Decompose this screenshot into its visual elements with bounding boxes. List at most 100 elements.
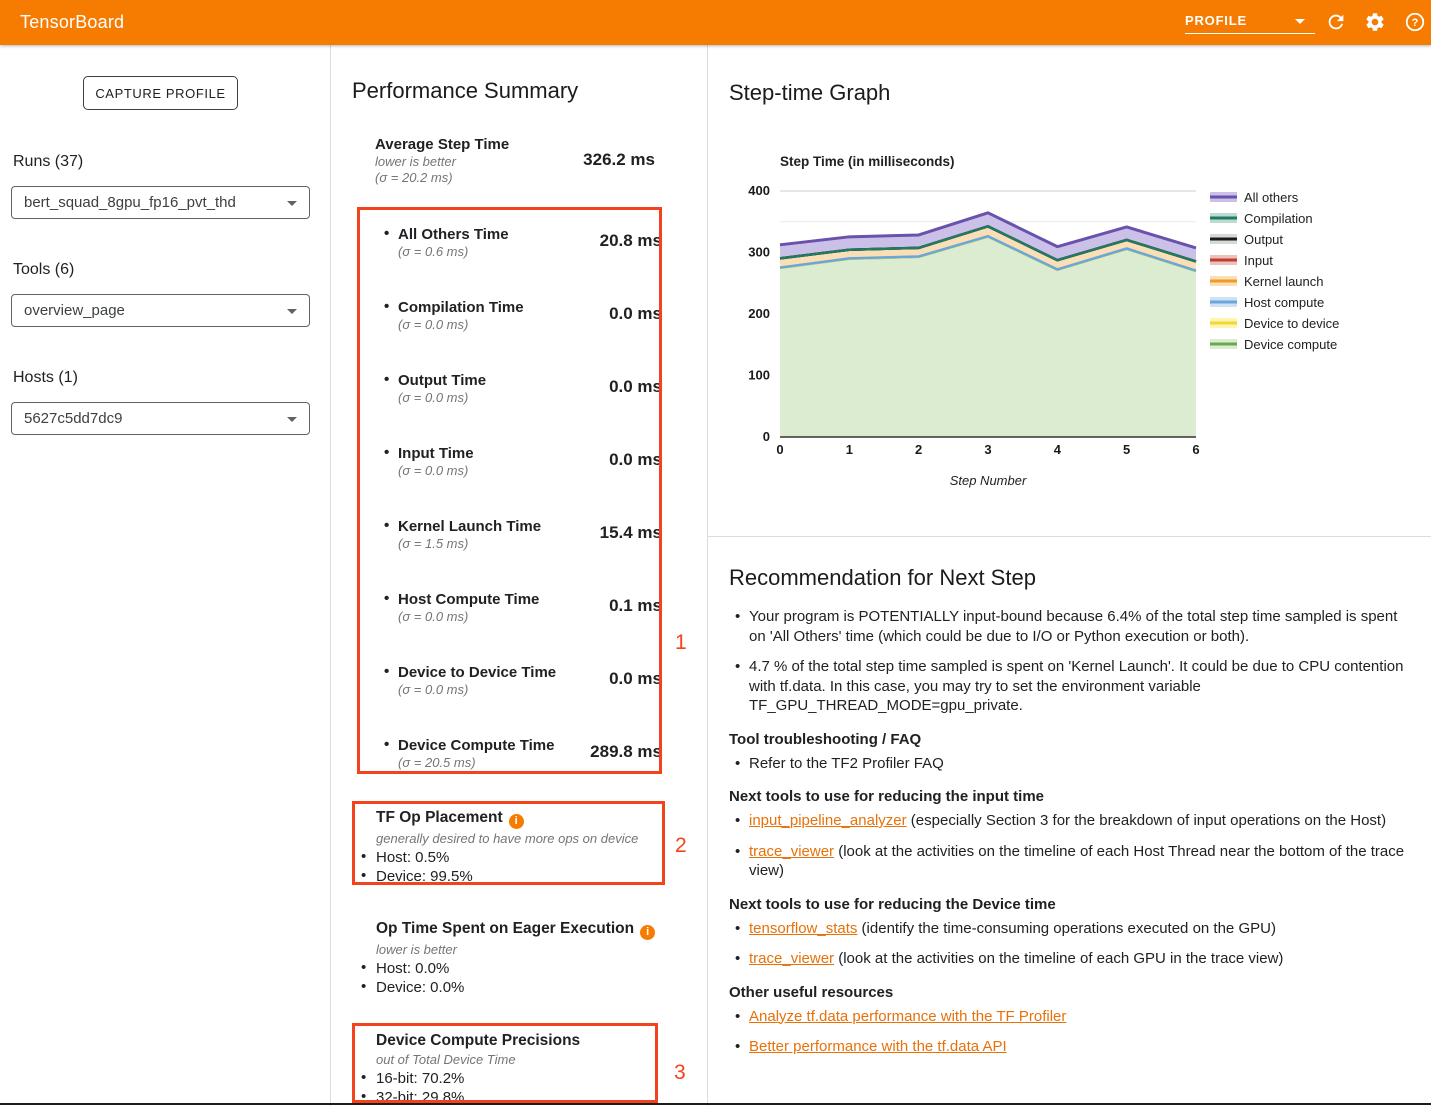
window-bottom-edge	[0, 1103, 1431, 1105]
rec-heading: Tool troubleshooting / FAQ	[729, 730, 1411, 749]
runs-select-value: bert_squad_8gpu_fp16_pvt_thd	[24, 194, 236, 211]
x-tick-label: 5	[1123, 442, 1130, 457]
average-value: 326.2 ms	[583, 150, 655, 170]
metric-item: Host: 0.5%	[361, 848, 663, 867]
rec-group: Tool troubleshooting / FAQ Refer to the T…	[729, 730, 1411, 774]
perf-summary-row: Compilation Time(σ = 0.0 ms)0.0 ms	[358, 299, 662, 372]
rec-bullet: Your program is POTENTIALLY input-bound …	[729, 607, 1411, 646]
hosts-select-value: 5627c5dd7dc9	[24, 410, 122, 427]
dropdown-arrow-icon	[1295, 19, 1305, 24]
rec-link[interactable]: trace_viewer	[749, 950, 834, 967]
area-device-compute	[780, 237, 1196, 437]
tools-label: Tools (6)	[13, 261, 74, 279]
tensorboard-profile-page: TensorBoard PROFILE ? CAPTURE PROFILE Ru…	[0, 0, 1431, 1106]
rec-heading: Other useful resources	[729, 983, 1411, 1002]
rec-link[interactable]: tensorflow_stats	[749, 920, 857, 937]
rec-group: Your program is POTENTIALLY input-bound …	[729, 607, 1411, 716]
refresh-icon[interactable]	[1325, 11, 1347, 33]
rec-heading: Next tools to use for reducing the Devic…	[729, 895, 1411, 914]
annotation-number-3: 3	[674, 1061, 686, 1085]
row-value: 0.0 ms	[609, 304, 662, 324]
metric-item: Host: 0.0%	[361, 959, 663, 978]
sidebar-divider	[330, 45, 331, 1106]
help-icon[interactable]: ?	[1404, 11, 1426, 33]
settings-icon[interactable]	[1364, 11, 1386, 33]
tf-op-placement-title: TF Op Placement	[361, 808, 663, 829]
average-step-time: Average Step Time lower is better (σ = 2…	[375, 136, 655, 186]
row-value: 0.0 ms	[609, 450, 662, 470]
recommendation-panel: Recommendation for Next Step Your progra…	[708, 537, 1431, 1071]
dashboard-selector[interactable]: PROFILE	[1185, 10, 1315, 34]
x-tick-label: 2	[915, 442, 922, 457]
rec-bullet: 4.7 % of the total step time sampled is …	[729, 657, 1411, 716]
rec-group: Next tools to use for reducing the Devic…	[729, 895, 1411, 969]
rec-bullet: tensorflow_stats (identify the time-cons…	[729, 919, 1411, 939]
compute-precisions-title: Device Compute Precisions	[361, 1031, 663, 1050]
info-icon[interactable]	[509, 814, 524, 829]
rec-heading: Next tools to use for reducing the input…	[729, 787, 1411, 806]
hosts-select[interactable]: 5627c5dd7dc9	[11, 402, 310, 435]
x-tick-label: 1	[846, 442, 853, 457]
hosts-label: Hosts (1)	[13, 369, 78, 387]
chevron-down-icon	[287, 309, 297, 314]
rec-bullet: Analyze tf.data performance with the TF …	[729, 1007, 1411, 1027]
metric-item: 16-bit: 70.2%	[361, 1069, 663, 1088]
row-value: 0.0 ms	[609, 669, 662, 689]
metric-item: Device: 99.5%	[361, 867, 663, 886]
runs-label: Runs (37)	[13, 153, 83, 171]
performance-summary-title: Performance Summary	[352, 78, 578, 104]
row-value: 0.0 ms	[609, 377, 662, 397]
annotation-number-1: 1	[675, 631, 687, 655]
legend-label: All others	[1244, 190, 1299, 205]
app-header: TensorBoard PROFILE ?	[0, 0, 1431, 45]
x-axis-label: Step Number	[950, 473, 1027, 488]
rec-link[interactable]: Analyze tf.data performance with the TF …	[749, 1008, 1066, 1025]
row-value: 0.1 ms	[609, 596, 662, 616]
rec-bullet: Refer to the TF2 Profiler FAQ	[729, 754, 1411, 774]
perf-summary-row: Host Compute Time(σ = 0.0 ms)0.1 ms	[358, 591, 662, 664]
chevron-down-icon	[287, 201, 297, 206]
legend-label: Kernel launch	[1244, 274, 1324, 289]
eager-execution-block: Op Time Spent on Eager Execution lower i…	[361, 919, 663, 997]
x-tick-label: 4	[1054, 442, 1062, 457]
step-time-chart: Step Time (in milliseconds)0100200300400…	[730, 148, 1430, 493]
eager-execution-items: Host: 0.0%Device: 0.0%	[361, 959, 663, 997]
rec-bullet: Better performance with the tf.data API	[729, 1037, 1411, 1057]
legend-label: Input	[1244, 253, 1273, 268]
rec-link[interactable]: trace_viewer	[749, 843, 834, 860]
row-value: 20.8 ms	[600, 231, 662, 251]
eager-execution-title: Op Time Spent on Eager Execution	[361, 919, 663, 940]
perf-summary-row: Device to Device Time(σ = 0.0 ms)0.0 ms	[358, 664, 662, 737]
info-icon[interactable]	[640, 925, 655, 940]
metric-item: Device: 0.0%	[361, 978, 663, 997]
legend-label: Host compute	[1244, 295, 1324, 310]
perf-summary-row: All Others Time(σ = 0.6 ms)20.8 ms	[358, 226, 662, 299]
annotation-number-2: 2	[675, 834, 687, 858]
y-tick-label: 0	[763, 429, 770, 444]
perf-summary-row: Device Compute Time(σ = 20.5 ms)289.8 ms	[358, 737, 662, 810]
capture-profile-button[interactable]: CAPTURE PROFILE	[83, 76, 238, 110]
tf-op-placement-items: Host: 0.5%Device: 99.5%	[361, 848, 663, 886]
tools-select[interactable]: overview_page	[11, 294, 310, 327]
legend-label: Output	[1244, 232, 1283, 247]
average-sigma: (σ = 20.2 ms)	[375, 170, 655, 186]
recommendation-groups: Your program is POTENTIALLY input-bound …	[729, 607, 1411, 1057]
row-value: 289.8 ms	[590, 742, 662, 762]
svg-text:?: ?	[1412, 17, 1419, 29]
y-tick-label: 100	[748, 368, 770, 383]
compute-precisions-subtitle: out of Total Device Time	[361, 1050, 663, 1069]
y-tick-label: 200	[748, 306, 770, 321]
rec-link[interactable]: Better performance with the tf.data API	[749, 1038, 1007, 1055]
x-tick-label: 6	[1192, 442, 1199, 457]
y-tick-label: 400	[748, 183, 770, 198]
tf-op-placement-subtitle: generally desired to have more ops on de…	[361, 829, 663, 848]
perf-summary-row: Input Time(σ = 0.0 ms)0.0 ms	[358, 445, 662, 518]
runs-select[interactable]: bert_squad_8gpu_fp16_pvt_thd	[11, 186, 310, 219]
rec-bullet: trace_viewer (look at the activities on …	[729, 842, 1411, 881]
legend-label: Device to device	[1244, 316, 1339, 331]
perf-summary-row: Output Time(σ = 0.0 ms)0.0 ms	[358, 372, 662, 445]
rec-link[interactable]: input_pipeline_analyzer	[749, 812, 907, 829]
chevron-down-icon	[287, 417, 297, 422]
compute-precisions-block: Device Compute Precisions out of Total D…	[361, 1031, 663, 1106]
x-tick-label: 0	[776, 442, 783, 457]
